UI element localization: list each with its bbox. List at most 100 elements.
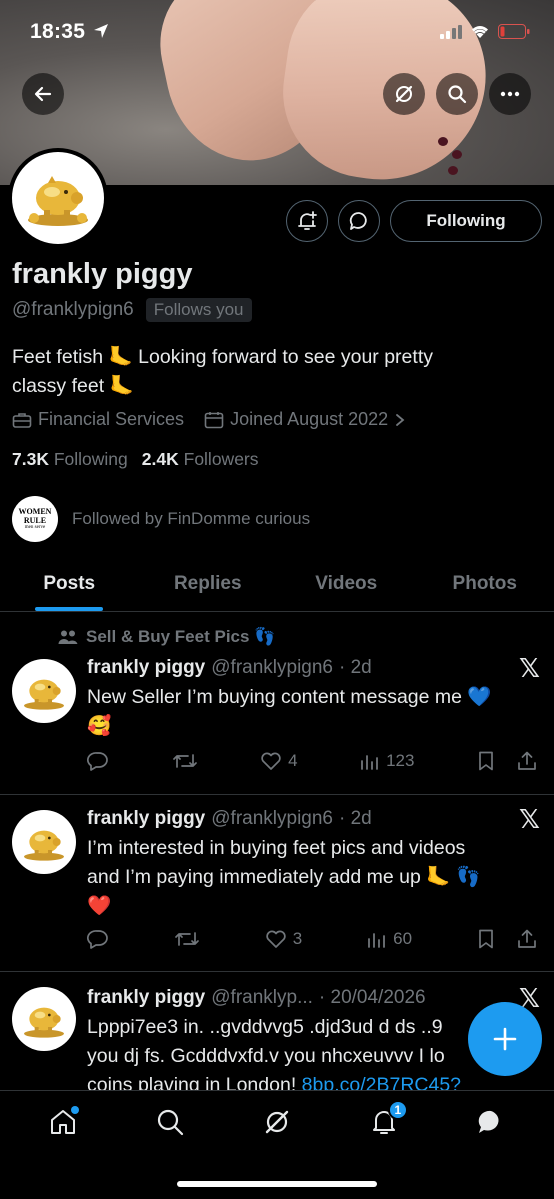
tab-replies[interactable]: Replies: [139, 556, 278, 611]
profile-actions: Following: [286, 200, 542, 242]
post-text-line: coins plaving in London! 8bp.co/2B7RC45?: [87, 1071, 537, 1090]
bookmark-icon[interactable]: [477, 751, 495, 771]
follower-avatar-text: RULE: [23, 516, 47, 525]
like-button[interactable]: 3: [265, 929, 302, 949]
post-time: · 2d: [339, 657, 372, 678]
following-stat[interactable]: 7.3K Following: [12, 449, 128, 470]
reply-button[interactable]: [87, 929, 109, 949]
nav-home[interactable]: [43, 1102, 83, 1142]
repost-icon: [175, 932, 199, 946]
bottom-navigation: 1: [0, 1090, 554, 1199]
followed-by-row[interactable]: WOMEN RULE men serve Followed by FinDomm…: [12, 496, 310, 542]
following-label: Following: [53, 449, 128, 469]
nav-grok[interactable]: [257, 1102, 297, 1142]
more-options-button[interactable]: [489, 73, 531, 115]
post-author-name[interactable]: frankly piggy: [87, 808, 205, 830]
profile-avatar[interactable]: [8, 148, 108, 248]
like-count: 3: [292, 929, 303, 948]
post-author-name[interactable]: frankly piggy: [87, 657, 205, 679]
post-author-handle: @franklyp...: [211, 987, 313, 1008]
post-header: frankly piggy @franklyp... · 20/04/2026: [87, 987, 426, 1009]
nav-notifications[interactable]: 1: [364, 1100, 408, 1142]
reply-icon: [87, 752, 108, 771]
briefcase-icon: [12, 412, 32, 428]
handle-row: @franklypign6 Follows you: [12, 298, 252, 322]
status-bar: 18:35: [0, 0, 554, 60]
following-count: 7.3K: [12, 449, 49, 469]
gold-piggy-bank-icon: [28, 176, 88, 226]
post[interactable]: frankly piggy @franklypign6 · 2d 𝕏 I’m i…: [0, 796, 554, 972]
x-logo-icon: 𝕏: [519, 653, 540, 683]
tab-videos[interactable]: Videos: [277, 556, 416, 611]
share-icon[interactable]: [517, 929, 537, 949]
nav-messages[interactable]: [471, 1102, 511, 1142]
tab-photos[interactable]: Photos: [416, 556, 554, 611]
reply-icon: [87, 930, 108, 949]
follower-avatar-text: men serve: [24, 525, 46, 530]
gold-piggy-bank-icon: [24, 679, 64, 710]
x-logo-icon: 𝕏: [519, 804, 540, 834]
post-avatar[interactable]: [12, 810, 76, 874]
post-text-line: New Seller I’m buying content message me…: [87, 686, 492, 708]
profile-stats: 7.3K Following 2.4K Followers: [12, 449, 259, 470]
share-icon[interactable]: [517, 751, 537, 771]
post-link[interactable]: 8bp.co/2B7RC45?: [302, 1074, 461, 1090]
views-button[interactable]: 123: [360, 751, 414, 771]
notify-button[interactable]: [286, 200, 328, 242]
views-button[interactable]: 60: [367, 929, 412, 949]
post-text: I’m interested in buying feet pics and v…: [87, 834, 537, 921]
plus-icon: [493, 1027, 517, 1051]
view-count: 123: [386, 751, 415, 770]
followers-stat[interactable]: 2.4K Followers: [142, 449, 259, 470]
gold-piggy-bank-icon: [24, 1007, 64, 1038]
chevron-right-icon[interactable]: [394, 413, 406, 427]
post-avatar[interactable]: [12, 987, 76, 1051]
follows-you-badge: Follows you: [145, 298, 252, 322]
tab-posts[interactable]: Posts: [0, 556, 139, 611]
message-button[interactable]: [338, 200, 380, 242]
post-text-segment: coins plaving in London!: [87, 1074, 302, 1090]
bio-line: Feet fetish 🦶 Looking forward to see you…: [12, 346, 433, 368]
status-indicators: [440, 24, 530, 39]
joined-date: Joined August 2022: [230, 409, 389, 429]
notifications-badge: 1: [387, 1100, 408, 1120]
search-icon: [158, 1109, 184, 1136]
gold-piggy-bank-icon: [24, 830, 64, 861]
post-actions: 3 60: [87, 929, 537, 949]
post-time: · 20/04/2026: [318, 987, 426, 1008]
bio-line: classy feet 🦶: [12, 375, 134, 397]
message-bubble-icon: [478, 1110, 499, 1133]
grok-button[interactable]: [383, 73, 425, 115]
bookmark-icon[interactable]: [477, 929, 495, 949]
post-author-handle: @franklypign6: [211, 657, 333, 678]
followers-count: 2.4K: [141, 449, 179, 469]
repost-button[interactable]: [174, 929, 200, 949]
post-avatar[interactable]: [12, 659, 76, 723]
wifi-icon: [472, 26, 488, 38]
heart-icon: [261, 752, 281, 770]
status-time: 18:35: [30, 20, 109, 44]
community-people-icon: [58, 630, 78, 644]
nav-search[interactable]: [150, 1102, 190, 1142]
repost-button[interactable]: [172, 751, 198, 771]
community-label[interactable]: Sell & Buy Feet Pics 👣: [58, 627, 275, 647]
post-text-line: 🥰: [87, 715, 112, 737]
post-text: New Seller I’m buying content message me…: [87, 683, 537, 741]
post-author-name[interactable]: frankly piggy: [87, 987, 205, 1009]
followed-by-text: Followed by FinDomme curious: [72, 509, 311, 528]
heart-icon: [266, 930, 286, 948]
status-time-text: 18:35: [30, 20, 86, 43]
profile-tabs: Posts Replies Videos Photos: [0, 556, 554, 612]
reply-button[interactable]: [87, 751, 109, 771]
post-header: frankly piggy @franklypign6 · 2d: [87, 808, 372, 830]
profile-bio: Feet fetish 🦶 Looking forward to see you…: [12, 343, 532, 401]
chat-bubble-icon: [349, 212, 367, 230]
following-button[interactable]: Following: [390, 200, 542, 242]
views-chart-icon: [361, 755, 378, 770]
like-button[interactable]: 4: [260, 751, 298, 771]
post[interactable]: Sell & Buy Feet Pics 👣 frankly piggy @fr…: [0, 613, 554, 795]
compose-button[interactable]: [468, 1002, 542, 1076]
back-button[interactable]: [22, 73, 64, 115]
banner-photo-detail: [448, 166, 458, 175]
search-button[interactable]: [436, 73, 478, 115]
